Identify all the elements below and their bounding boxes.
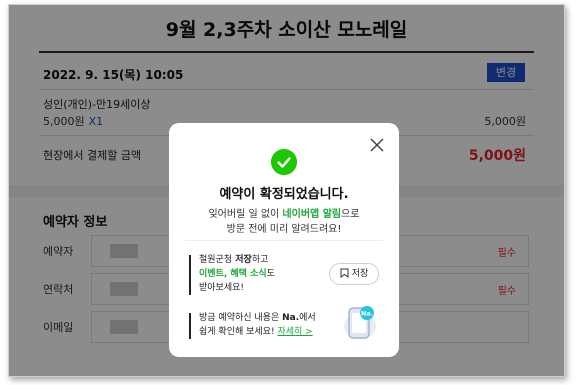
promo-text: 방금 예약하신 내용은 [199,313,283,323]
promo-save-text: 철원군청 저장하고 이벤트, 혜택 소식도 받아보세요! [199,253,275,295]
close-icon[interactable] [369,137,385,153]
promo-text: Na. [282,313,300,323]
promo-text: 하고 [251,255,269,265]
promo-text: 에서 [299,313,316,323]
promo-text: 쉽게 확인해 보세요! [199,327,275,337]
check-circle-icon [271,149,297,175]
promo-text: 도 [266,269,275,279]
promo-text: 철원군청 [199,255,233,265]
modal-subtitle-line1: 잊어버릴 일 없이 네이버앱 알림으로 [169,205,399,220]
save-button[interactable]: 저장 [329,263,379,285]
promo-bar [189,255,191,295]
subtitle-text: 으로 [341,209,360,220]
save-button-label: 저장 [351,269,369,279]
promo-bar [189,313,191,339]
confirmation-modal: 예약이 확정되었습니다. 잊어버릴 일 없이 네이버앱 알림으로 방문 전에 미… [169,123,399,357]
phone-na-icon: Na. [344,306,376,339]
promo-text: 받아보세요! [199,283,245,293]
promo-na-text: 방금 예약하신 내용은 Na.에서 쉽게 확인해 보세요! 자세히 > [199,311,316,339]
promo-highlight: 이벤트, 혜택 소식 [199,269,267,279]
divider [185,240,383,241]
bookmark-icon [340,268,349,278]
promo-text: 저장 [232,255,252,265]
naver-app-alert-highlight: 네이버앱 알림 [282,209,342,220]
details-link[interactable]: 자세히 > [277,327,312,337]
modal-subtitle-line2: 방문 전에 미리 알려드려요! [226,224,342,235]
modal-title: 예약이 확정되었습니다. [219,187,349,202]
screenshot-frame: 9월 2,3주차 소이산 모노레일 2022. 9. 15(목) 10:05 변… [8,4,565,377]
na-badge-text: Na. [361,310,373,318]
subtitle-text: 잊어버릴 일 없이 [208,209,283,220]
